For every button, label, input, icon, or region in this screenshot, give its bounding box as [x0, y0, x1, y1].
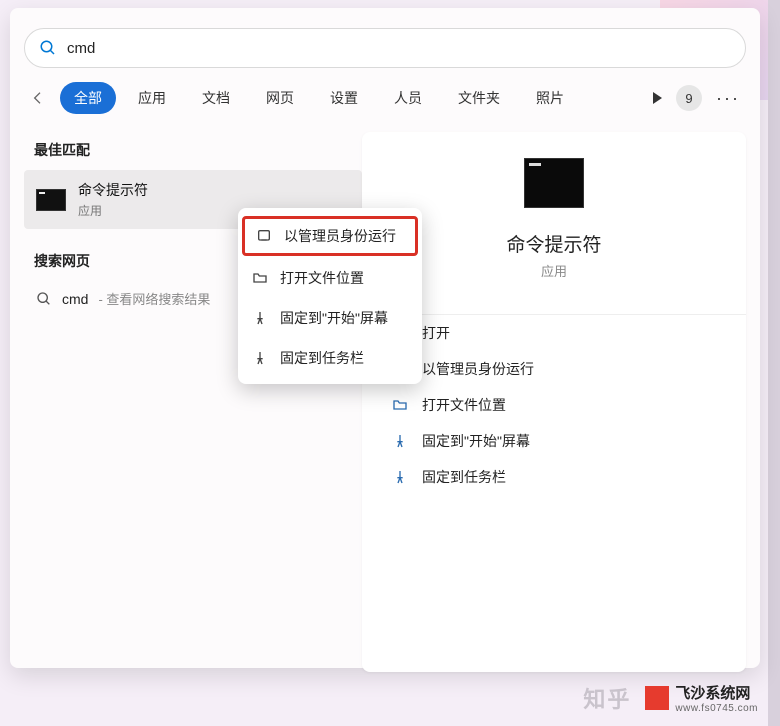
filter-folders[interactable]: 文件夹: [444, 82, 514, 114]
action-label: 固定到任务栏: [422, 467, 506, 487]
filter-web[interactable]: 网页: [252, 82, 308, 114]
pin-icon: [252, 310, 268, 326]
ctx-open-location[interactable]: 打开文件位置: [238, 258, 422, 298]
action-pin-taskbar[interactable]: 固定到任务栏: [362, 459, 746, 495]
site-name: 飞沙系统网: [675, 682, 758, 703]
preview-subtitle: 应用: [541, 261, 567, 280]
result-subtitle: 应用: [78, 202, 148, 219]
site-url: www.fs0745.com: [675, 703, 758, 714]
action-label: 以管理员身份运行: [422, 359, 534, 379]
zhihu-watermark: 知乎: [583, 682, 631, 714]
terminal-icon: [524, 158, 584, 208]
back-icon[interactable]: [24, 84, 52, 112]
more-icon[interactable]: ···: [716, 88, 740, 109]
ctx-label: 以管理员身份运行: [284, 226, 396, 246]
context-menu: 以管理员身份运行 打开文件位置 固定到"开始"屏幕 固定到任务栏: [238, 208, 422, 384]
result-title: 命令提示符: [78, 180, 148, 200]
filter-settings[interactable]: 设置: [316, 82, 372, 114]
logo-icon: [645, 686, 669, 710]
action-pin-start[interactable]: 固定到"开始"屏幕: [362, 423, 746, 459]
scrollbar-track[interactable]: [768, 0, 780, 726]
search-bar[interactable]: cmd: [24, 28, 746, 68]
action-open-location[interactable]: 打开文件位置: [362, 387, 746, 423]
watermark-bar: 知乎 飞沙系统网 www.fs0745.com: [0, 670, 780, 726]
site-logo: 飞沙系统网 www.fs0745.com: [645, 682, 758, 714]
web-query: cmd: [62, 291, 88, 307]
preview-title: 命令提示符: [506, 230, 601, 257]
action-label: 打开文件位置: [422, 395, 506, 415]
action-label: 固定到"开始"屏幕: [422, 431, 530, 451]
search-icon: [36, 291, 52, 307]
pin-icon: [392, 433, 408, 449]
pin-icon: [392, 469, 408, 485]
action-label: 打开: [422, 323, 450, 343]
ctx-label: 固定到任务栏: [280, 348, 364, 368]
search-input[interactable]: cmd: [67, 40, 95, 57]
filter-apps[interactable]: 应用: [124, 82, 180, 114]
ctx-pin-taskbar[interactable]: 固定到任务栏: [238, 338, 422, 378]
folder-icon: [392, 397, 408, 413]
count-badge[interactable]: 9: [676, 85, 702, 111]
ctx-pin-start[interactable]: 固定到"开始"屏幕: [238, 298, 422, 338]
filter-all[interactable]: 全部: [60, 82, 116, 114]
search-panel: cmd 全部 应用 文档 网页 设置 人员 文件夹 照片 9 ··· 最佳匹配 …: [10, 8, 760, 668]
ctx-label: 打开文件位置: [280, 268, 364, 288]
pin-icon: [252, 350, 268, 366]
filter-docs[interactable]: 文档: [188, 82, 244, 114]
filter-row: 全部 应用 文档 网页 设置 人员 文件夹 照片 9 ···: [24, 82, 746, 114]
ctx-label: 固定到"开始"屏幕: [280, 308, 388, 328]
filter-people[interactable]: 人员: [380, 82, 436, 114]
web-hint: - 查看网络搜索结果: [98, 289, 210, 308]
best-match-label: 最佳匹配: [34, 140, 362, 160]
search-icon: [39, 39, 57, 57]
filter-photos[interactable]: 照片: [522, 82, 578, 114]
folder-icon: [252, 270, 268, 286]
play-icon[interactable]: [653, 92, 662, 104]
ctx-run-admin[interactable]: 以管理员身份运行: [242, 216, 418, 256]
shield-icon: [256, 228, 272, 244]
terminal-icon: [36, 189, 66, 211]
